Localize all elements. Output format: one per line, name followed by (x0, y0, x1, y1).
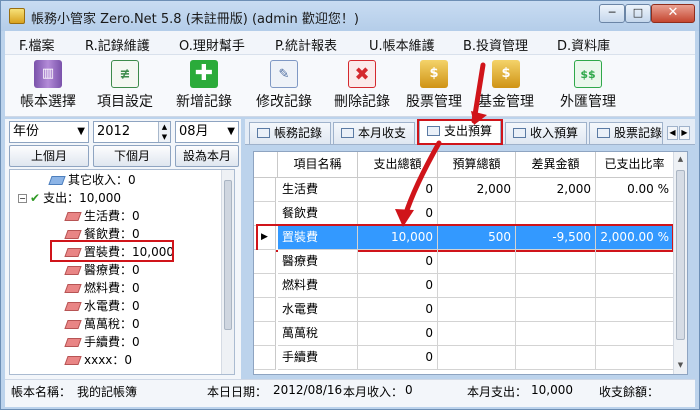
annotation-arrowhead (395, 209, 414, 227)
annotation-overlay (395, 62, 487, 227)
annotation-arrow-grid (402, 140, 442, 219)
app-window: 帳務小管家 Zero.Net 5.8 (未註冊版) (admin 歡迎您！) ─… (0, 0, 700, 410)
